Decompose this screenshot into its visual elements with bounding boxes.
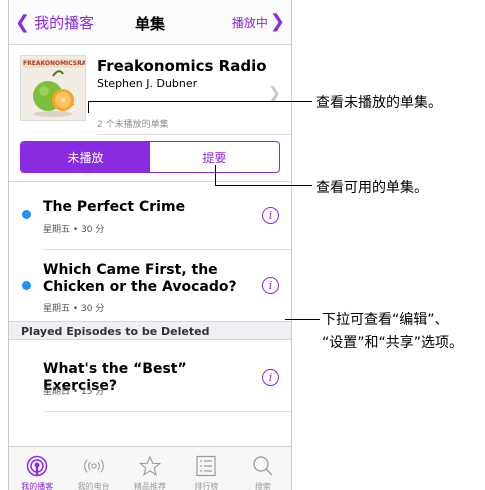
back-button[interactable]: ❮ 我的播客: [15, 12, 94, 33]
tab-label: 我的播客: [21, 482, 54, 490]
list-icon: [195, 455, 217, 477]
chevron-right-icon: ❯: [269, 11, 285, 32]
episode-meta: 星期五 • 30 分: [43, 304, 105, 314]
chevron-right-icon: ❯: [267, 83, 281, 102]
episode-row[interactable]: What's the “Best” Exercise? 星期日 • 15 分 i: [9, 341, 291, 411]
episode-row[interactable]: The Perfect Crime 星期五 • 30 分 i: [9, 182, 291, 249]
back-label: 我的播客: [34, 14, 95, 32]
episode-meta: 星期五 • 30 分: [43, 225, 105, 235]
episode-row[interactable]: Which Came First, the Chicken or the Avo…: [9, 250, 291, 320]
apple-orange-illustration: [33, 70, 75, 117]
podcast-author: Stephen J. Dubner: [97, 77, 198, 90]
info-icon[interactable]: i: [262, 207, 279, 224]
tab-my-stations[interactable]: 我的电台: [65, 447, 121, 490]
unplayed-count: 2 个未播放的单集: [97, 120, 169, 130]
chevron-left-icon: ❮: [15, 11, 31, 33]
callout-line: [88, 101, 312, 102]
episode-title: The Perfect Crime: [43, 199, 186, 215]
now-playing-button[interactable]: 播放中 ❯: [232, 13, 285, 31]
divider: [97, 134, 291, 135]
now-playing-label: 播放中: [231, 15, 268, 30]
segment-unplayed[interactable]: 未播放: [21, 142, 150, 172]
episode-title: Which Came First, the Chicken or the Avo…: [43, 262, 237, 295]
podcast-title: Freakonomics Radio: [97, 57, 267, 75]
tab-search[interactable]: 搜索: [235, 447, 291, 490]
radio-broadcast-icon: [83, 455, 105, 477]
tab-bar: 我的播客 我的电台 精品推荐 排行榜 搜索: [9, 446, 291, 490]
episode-meta: 星期日 • 15 分: [43, 387, 105, 397]
callout-line: [285, 319, 320, 320]
callout-pull-line1: 下拉可查看“编辑”、: [322, 312, 449, 328]
podcast-app-screen: ❮ 我的播客 单集 播放中 ❯ FREAKONOMICSRADIO Freako…: [8, 0, 292, 490]
info-icon[interactable]: i: [262, 369, 279, 386]
tab-label: 我的电台: [77, 482, 110, 490]
tab-label: 精品推荐: [134, 482, 167, 490]
unplayed-dot-icon: [22, 281, 31, 290]
search-icon: [252, 455, 274, 477]
section-header: Played Episodes to be Deleted: [9, 321, 291, 340]
episode-filter-segmented-control: 未播放 提要: [20, 141, 280, 173]
callout-line: [88, 101, 89, 113]
callout-unplayed: 查看未播放的单集。: [316, 95, 442, 111]
unplayed-dot-icon: [22, 210, 31, 219]
star-icon: [139, 455, 162, 477]
info-icon[interactable]: i: [262, 277, 279, 294]
podcast-artwork: FREAKONOMICSRADIO: [20, 55, 86, 121]
tab-featured[interactable]: 精品推荐: [122, 447, 178, 490]
callout-pull-line2: “设置”和“共享”选项。: [322, 335, 464, 351]
podcast-header[interactable]: FREAKONOMICSRADIO Freakonomics Radio Ste…: [9, 45, 291, 137]
callout-line: [215, 185, 312, 186]
tab-my-podcasts[interactable]: 我的播客: [9, 447, 65, 490]
tab-top-charts[interactable]: 排行榜: [178, 447, 234, 490]
tab-label: 搜索: [254, 482, 271, 490]
callout-line: [215, 165, 216, 186]
navigation-bar: ❮ 我的播客 单集 播放中 ❯: [9, 0, 291, 45]
callout-feed: 查看可用的单集。: [316, 180, 428, 196]
podcast-icon: [26, 455, 48, 477]
divider: [43, 411, 291, 412]
tab-label: 排行榜: [194, 482, 219, 490]
